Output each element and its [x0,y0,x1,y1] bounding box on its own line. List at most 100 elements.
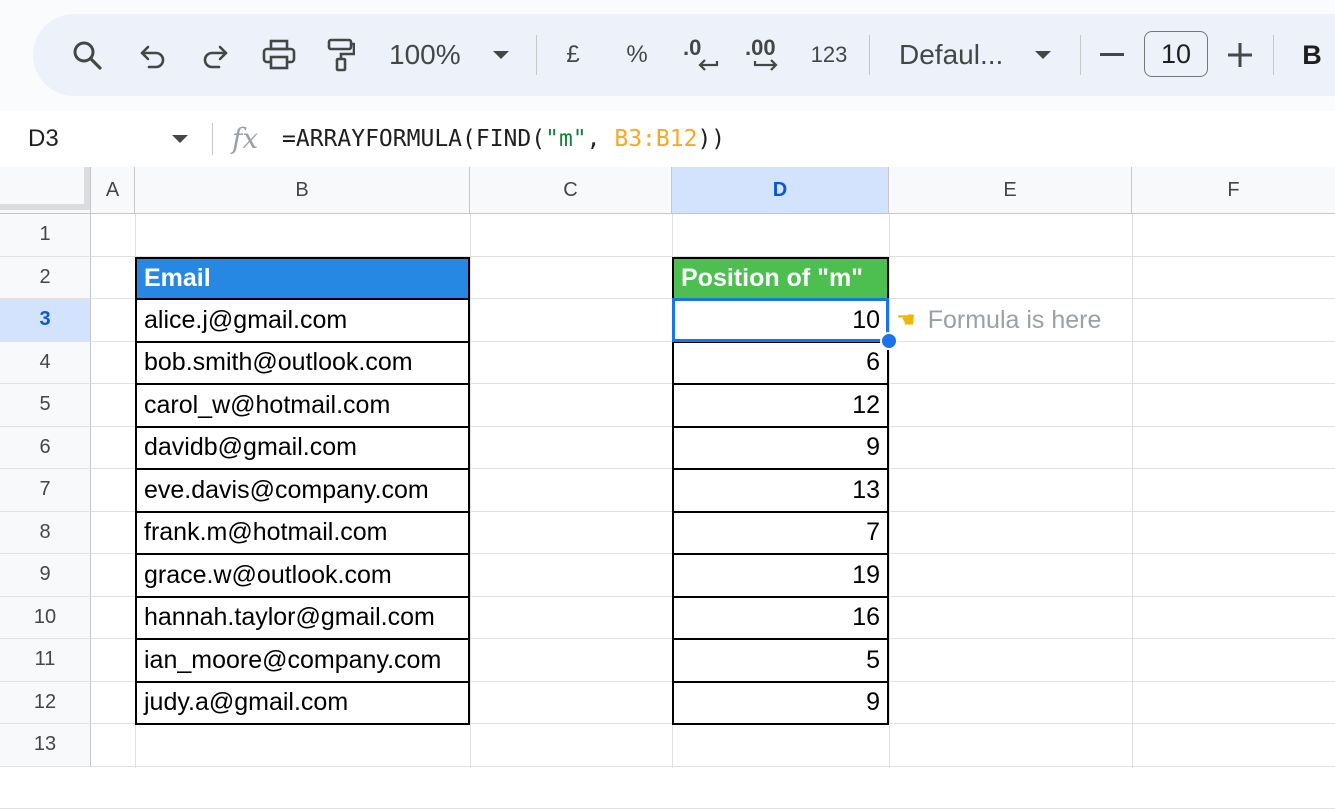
position-cell[interactable]: 12 [672,383,889,428]
print-button[interactable] [259,14,299,96]
position-cell[interactable]: 7 [672,510,889,555]
formula-prefix: =ARRAYFORMULA(FIND( [282,126,546,152]
formula-bar-divider [212,123,213,155]
row-header-4[interactable]: 4 [0,341,91,384]
plus-icon [1228,43,1252,67]
freeze-row-handle[interactable] [0,204,86,210]
row-header-10[interactable]: 10 [0,596,91,639]
chevron-down-icon [172,135,188,143]
email-cell[interactable]: hannah.taylor@gmail.com [135,595,470,640]
email-cell[interactable]: eve.davis@company.com [135,468,470,513]
email-cell[interactable]: davidb@gmail.com [135,425,470,470]
formula-range-arg: B3:B12 [614,126,698,152]
search-icon [73,41,102,70]
formula-bar: D3 fx =ARRAYFORMULA(FIND("m", B3:B12)) [0,111,1335,167]
position-cell[interactable]: 10 [672,298,889,343]
font-select[interactable]: Defaul... [899,14,1011,96]
email-cell[interactable]: judy.a@gmail.com [135,680,470,725]
paint-format-icon [327,38,355,72]
search-menus-button[interactable] [69,14,105,96]
position-cell[interactable]: 9 [672,680,889,725]
font-dropdown-button[interactable] [1031,14,1055,96]
arrow-right-icon [753,59,778,71]
gridline-vertical [889,167,890,768]
freeze-column-handle[interactable] [84,167,90,210]
name-box-dropdown[interactable] [172,135,188,143]
gridline-vertical [1132,167,1133,768]
decrease-decimal-label: .0 [683,35,702,60]
increase-decimal-label: .00 [745,35,776,60]
pointing-hand-icon: ☚ [896,307,916,333]
bold-button[interactable]: B [1297,14,1327,96]
gridline-vertical [470,167,471,768]
position-cell[interactable]: 19 [672,553,889,598]
column-header-d[interactable]: D [672,167,889,214]
redo-button[interactable] [197,14,233,96]
formula-string-arg: "m" [545,126,587,152]
row-header-1[interactable]: 1 [0,214,91,257]
toolbar-area: 100% £ % .0 .00 123 Defaul... 10 B [0,0,1335,111]
undo-icon [140,45,165,69]
column-header-a[interactable]: A [91,167,135,214]
row-header-9[interactable]: 9 [0,554,91,597]
row-header-13[interactable]: 13 [0,724,91,767]
email-cell[interactable]: bob.smith@outlook.com [135,340,470,385]
paint-format-button[interactable] [323,14,359,96]
more-formats-button[interactable]: 123 [805,14,853,96]
redo-icon [203,45,228,69]
row-header-8[interactable]: 8 [0,511,91,554]
column-header-e[interactable]: E [889,167,1132,214]
increase-font-size-button[interactable] [1225,14,1255,96]
position-cell[interactable]: 6 [672,340,889,385]
position-cell[interactable]: 16 [672,595,889,640]
format-currency-button[interactable]: £ [555,14,591,96]
column-header-f[interactable]: F [1132,167,1335,214]
print-icon [262,39,296,70]
toolbar-divider [1080,35,1081,75]
formula-separator: , [586,126,615,152]
increase-decimal-button[interactable]: .00 [743,14,789,96]
email-cell[interactable]: frank.m@hotmail.com [135,510,470,555]
position-cell[interactable]: 9 [672,425,889,470]
decrease-font-size-button[interactable] [1097,14,1127,96]
row-header-3[interactable]: 3 [0,299,91,342]
email-cell[interactable]: alice.j@gmail.com [135,298,470,343]
spreadsheet-grid: A B C D E F 1 2 3 4 5 6 7 8 9 10 11 12 13 Email Position of … [0,167,1335,809]
email-cell[interactable]: grace.w@outlook.com [135,553,470,598]
gridline-horizontal [0,765,1335,767]
row-header-2[interactable]: 2 [0,256,91,299]
fx-icon: fx [232,122,259,155]
position-cell[interactable]: 5 [672,638,889,683]
format-percent-button[interactable]: % [619,14,655,96]
font-size-input[interactable]: 10 [1144,31,1208,77]
chevron-down-icon [493,51,509,59]
email-header-cell[interactable]: Email [135,256,470,300]
note-text: Formula is here [927,305,1102,334]
undo-button[interactable] [135,14,171,96]
zoom-select[interactable]: 100% [389,14,479,96]
row-header-11[interactable]: 11 [0,639,91,682]
toolbar-divider [1273,35,1274,75]
column-header-c[interactable]: C [470,167,672,214]
row-header-6[interactable]: 6 [0,426,91,469]
email-cell[interactable]: ian_moore@company.com [135,638,470,683]
toolbar: 100% £ % .0 .00 123 Defaul... 10 B [33,14,1335,96]
position-header-cell[interactable]: Position of "m" [672,256,889,300]
chevron-down-icon [1035,51,1051,59]
toolbar-divider [536,35,537,75]
email-cell[interactable]: carol_w@hotmail.com [135,383,470,428]
column-header-b[interactable]: B [135,167,470,214]
name-box[interactable]: D3 [28,111,59,167]
formula-input[interactable]: =ARRAYFORMULA(FIND("m", B3:B12)) [282,111,725,167]
formula-note: ☚ Formula is here [896,299,1101,342]
select-all-corner[interactable] [0,167,91,214]
row-header-5[interactable]: 5 [0,384,91,427]
row-header-7[interactable]: 7 [0,469,91,512]
formula-suffix: )) [697,126,726,152]
row-header-12[interactable]: 12 [0,681,91,724]
position-cell[interactable]: 13 [672,468,889,513]
toolbar-divider [869,35,870,75]
zoom-dropdown-button[interactable] [489,14,513,96]
decrease-decimal-button[interactable]: .0 [679,14,723,96]
minus-icon [1100,53,1124,56]
